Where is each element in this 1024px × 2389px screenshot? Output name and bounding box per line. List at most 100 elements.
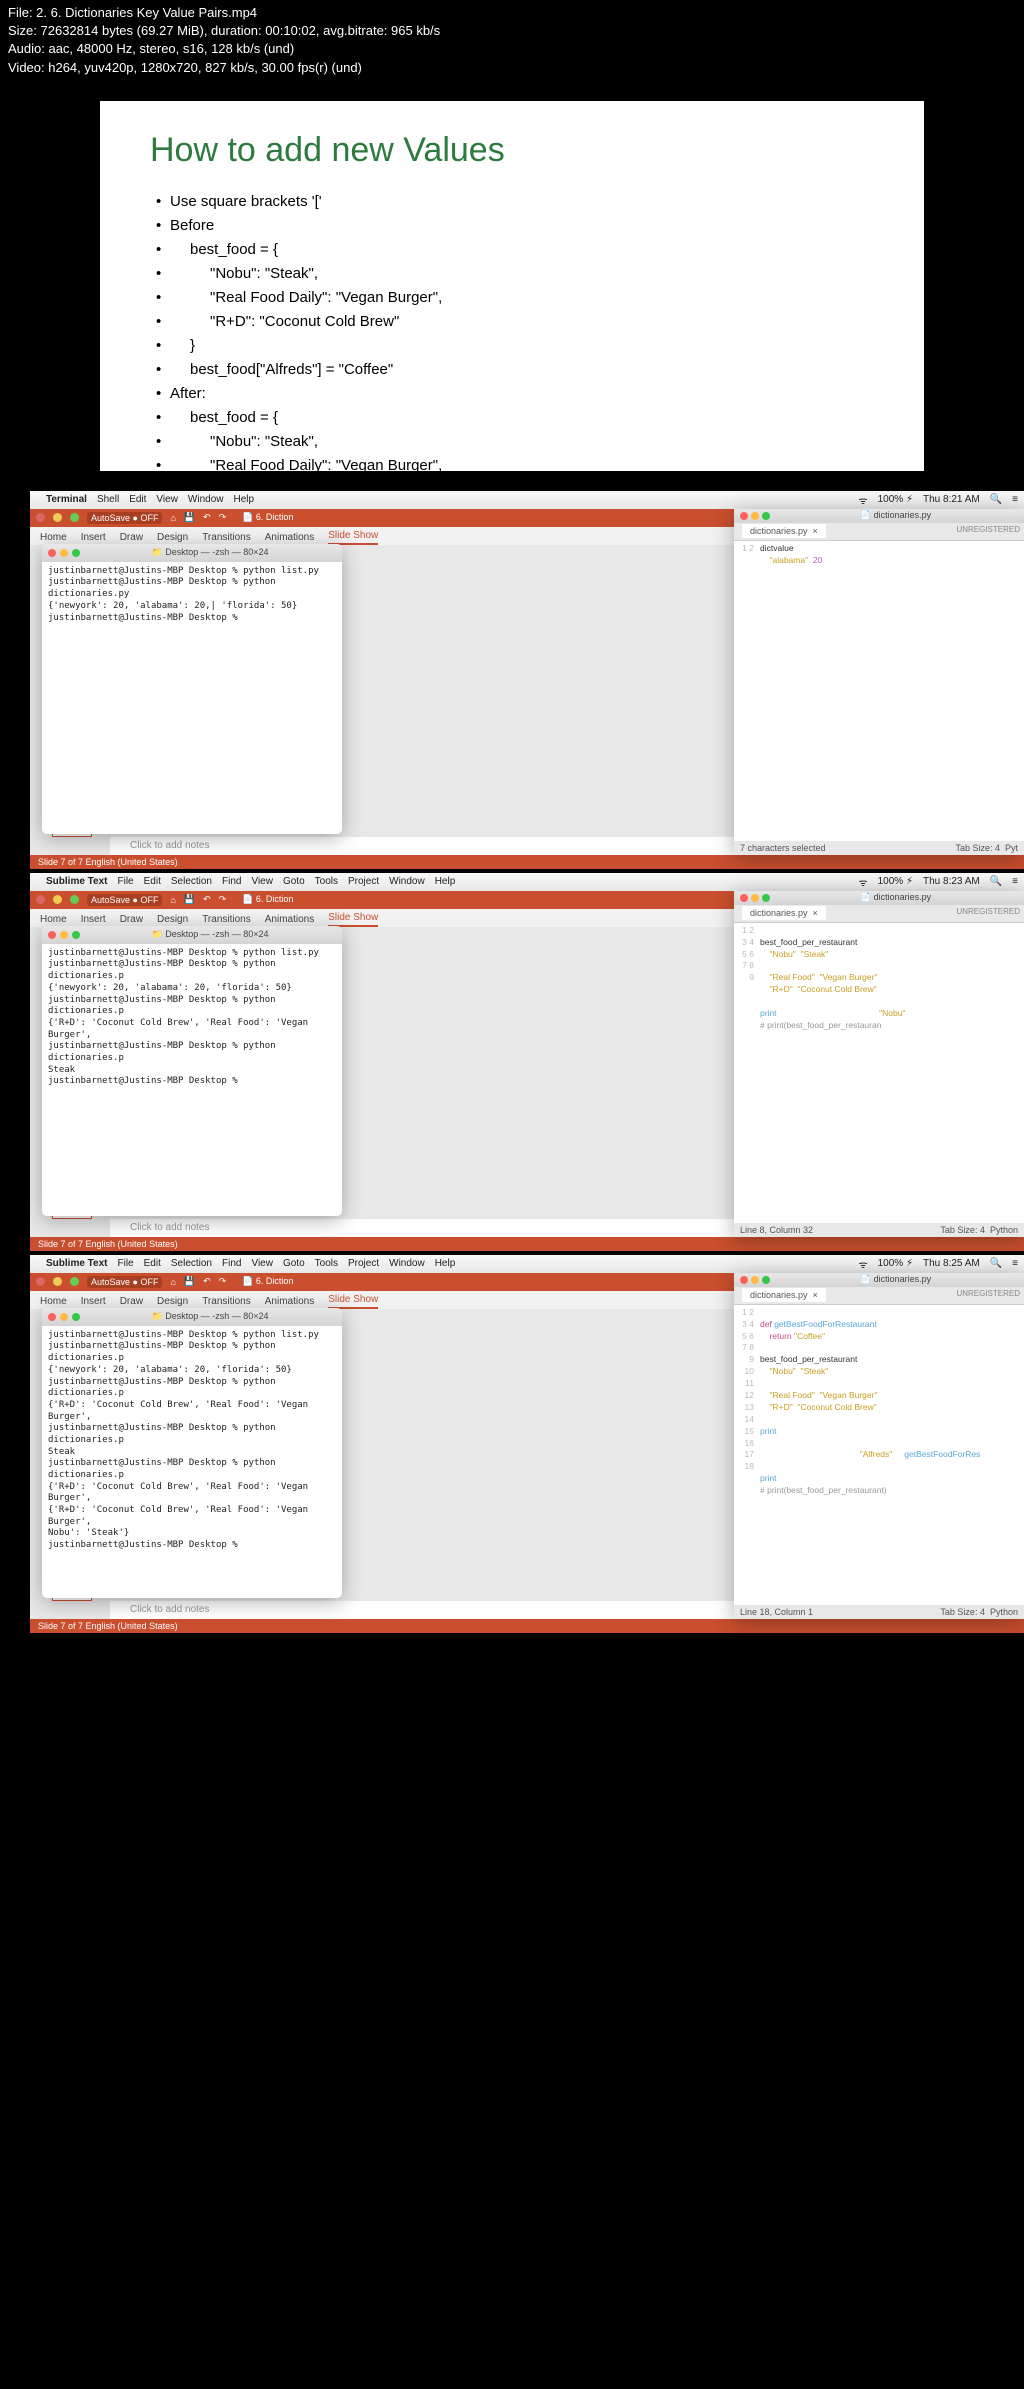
close-icon[interactable] [36, 513, 45, 522]
maximize-icon[interactable] [762, 512, 770, 520]
minimize-icon[interactable] [60, 931, 68, 939]
menu-icon[interactable]: ≡ [1012, 494, 1018, 505]
wifi-icon[interactable]: ᯤ [858, 875, 867, 889]
app-name[interactable]: Sublime Text [46, 1258, 108, 1269]
search-icon[interactable]: 🔍 [990, 876, 1002, 887]
battery-indicator[interactable]: 100% ⚡︎ [878, 494, 913, 505]
menu-item[interactable]: Edit [144, 876, 161, 887]
sublime-window[interactable]: 📄 dictionaries.py UNREGISTERED dictionar… [734, 1273, 1024, 1619]
code-text[interactable]: dictvalue = { "alabama": 20 [760, 543, 1020, 567]
menu-item[interactable]: Project [348, 876, 379, 887]
ribbon-tab[interactable]: Home [40, 914, 67, 927]
sublime-window[interactable]: 📄 dictionaries.py UNREGISTERED dictionar… [734, 891, 1024, 1237]
ribbon-tab[interactable]: Animations [265, 532, 314, 545]
ribbon-tab[interactable]: Home [40, 532, 67, 545]
ribbon-tab[interactable]: Draw [120, 914, 143, 927]
save-icon[interactable]: 💾 [184, 894, 195, 905]
minimize-icon[interactable] [53, 513, 62, 522]
menu-item[interactable]: Project [348, 1258, 379, 1269]
file-tab[interactable]: dictionaries.py × [742, 524, 826, 538]
menu-item[interactable]: Help [435, 876, 456, 887]
file-tab[interactable]: dictionaries.py × [742, 1288, 826, 1302]
menu-item[interactable]: Window [389, 1258, 425, 1269]
ribbon-tab[interactable]: Slide Show [328, 912, 378, 927]
menu-item[interactable]: Tools [315, 876, 338, 887]
battery-indicator[interactable]: 100% ⚡︎ [878, 876, 913, 887]
minimize-icon[interactable] [751, 512, 759, 520]
close-icon[interactable] [740, 894, 748, 902]
app-name[interactable]: Sublime Text [46, 876, 108, 887]
minimize-icon[interactable] [53, 895, 62, 904]
redo-icon[interactable]: ↷ [219, 894, 227, 905]
terminal-output[interactable]: justinbarnett@Justins-MBP Desktop % pyth… [42, 1326, 342, 1556]
battery-indicator[interactable]: 100% ⚡︎ [878, 1258, 913, 1269]
code-editor[interactable]: 1 2 3 4 5 6 7 8 9 best_food_per_restaura… [734, 923, 1024, 1034]
minimize-icon[interactable] [53, 1277, 62, 1286]
close-icon[interactable] [48, 931, 56, 939]
ribbon-tab[interactable]: Design [157, 532, 188, 545]
maximize-icon[interactable] [72, 931, 80, 939]
menu-item[interactable]: View [156, 494, 178, 505]
minimize-icon[interactable] [751, 894, 759, 902]
syntax-mode[interactable]: Pyt [1005, 843, 1018, 853]
menu-item[interactable]: Find [222, 1258, 241, 1269]
code-editor[interactable]: 1 2 dictvalue = { "alabama": 20 [734, 541, 1024, 569]
ribbon-tab[interactable]: Slide Show [328, 1294, 378, 1309]
ribbon-tab[interactable]: Animations [265, 914, 314, 927]
ribbon-tab[interactable]: Transitions [202, 1296, 251, 1309]
minimize-icon[interactable] [751, 1276, 759, 1284]
menu-item[interactable]: Selection [171, 876, 212, 887]
search-icon[interactable]: 🔍 [990, 1258, 1002, 1269]
macos-menubar[interactable]: Terminal ShellEditViewWindowHelp ᯤ 100% … [30, 491, 1024, 509]
tab-size[interactable]: Tab Size: 4 [940, 1225, 985, 1235]
minimize-icon[interactable] [60, 549, 68, 557]
ribbon-tab[interactable]: Draw [120, 1296, 143, 1309]
maximize-icon[interactable] [72, 549, 80, 557]
app-name[interactable]: Terminal [46, 494, 87, 505]
sublime-window[interactable]: 📄 dictionaries.py UNREGISTERED dictionar… [734, 509, 1024, 855]
ribbon-tab[interactable]: Insert [81, 1296, 106, 1309]
menu-item[interactable]: File [118, 876, 134, 887]
menu-item[interactable]: View [251, 1258, 273, 1269]
terminal-output[interactable]: justinbarnett@Justins-MBP Desktop % pyth… [42, 944, 342, 1092]
menu-item[interactable]: Edit [129, 494, 146, 505]
save-icon[interactable]: 💾 [184, 1276, 195, 1287]
syntax-mode[interactable]: Python [990, 1607, 1018, 1617]
terminal-window[interactable]: 📁 Desktop — -zsh — 80×24 justinbarnett@J… [42, 1308, 342, 1598]
close-icon[interactable] [740, 1276, 748, 1284]
autosave-toggle[interactable]: AutoSave ● OFF [87, 512, 162, 524]
terminal-window[interactable]: 📁 Desktop — -zsh — 80×24 justinbarnett@J… [42, 544, 342, 834]
maximize-icon[interactable] [762, 1276, 770, 1284]
file-tab[interactable]: dictionaries.py × [742, 906, 826, 920]
menu-item[interactable]: Selection [171, 1258, 212, 1269]
autosave-toggle[interactable]: AutoSave ● OFF [87, 894, 162, 906]
code-text[interactable]: def getBestFoodForRestaurant(): return "… [760, 1307, 1020, 1521]
menu-item[interactable]: Find [222, 876, 241, 887]
terminal-output[interactable]: justinbarnett@Justins-MBP Desktop % pyth… [42, 562, 342, 628]
undo-icon[interactable]: ↶ [203, 512, 211, 523]
home-icon[interactable]: ⌂ [170, 1277, 175, 1287]
ribbon-tab[interactable]: Insert [81, 532, 106, 545]
tab-size[interactable]: Tab Size: 4 [940, 1607, 985, 1617]
menu-item[interactable]: View [251, 876, 273, 887]
close-icon[interactable] [48, 549, 56, 557]
menu-icon[interactable]: ≡ [1012, 1258, 1018, 1269]
close-icon[interactable] [48, 1313, 56, 1321]
syntax-mode[interactable]: Python [990, 1225, 1018, 1235]
maximize-icon[interactable] [70, 895, 79, 904]
home-icon[interactable]: ⌂ [170, 895, 175, 905]
ribbon-tab[interactable]: Animations [265, 1296, 314, 1309]
close-icon[interactable] [36, 1277, 45, 1286]
ribbon-tab[interactable]: Home [40, 1296, 67, 1309]
menu-item[interactable]: Help [234, 494, 255, 505]
maximize-icon[interactable] [72, 1313, 80, 1321]
minimize-icon[interactable] [60, 1313, 68, 1321]
redo-icon[interactable]: ↷ [219, 512, 227, 523]
redo-icon[interactable]: ↷ [219, 1276, 227, 1287]
ribbon-tab[interactable]: Design [157, 914, 188, 927]
undo-icon[interactable]: ↶ [203, 894, 211, 905]
wifi-icon[interactable]: ᯤ [858, 493, 867, 507]
menu-item[interactable]: Window [188, 494, 224, 505]
ribbon-tab[interactable]: Transitions [202, 532, 251, 545]
ribbon-tab[interactable]: Slide Show [328, 530, 378, 545]
